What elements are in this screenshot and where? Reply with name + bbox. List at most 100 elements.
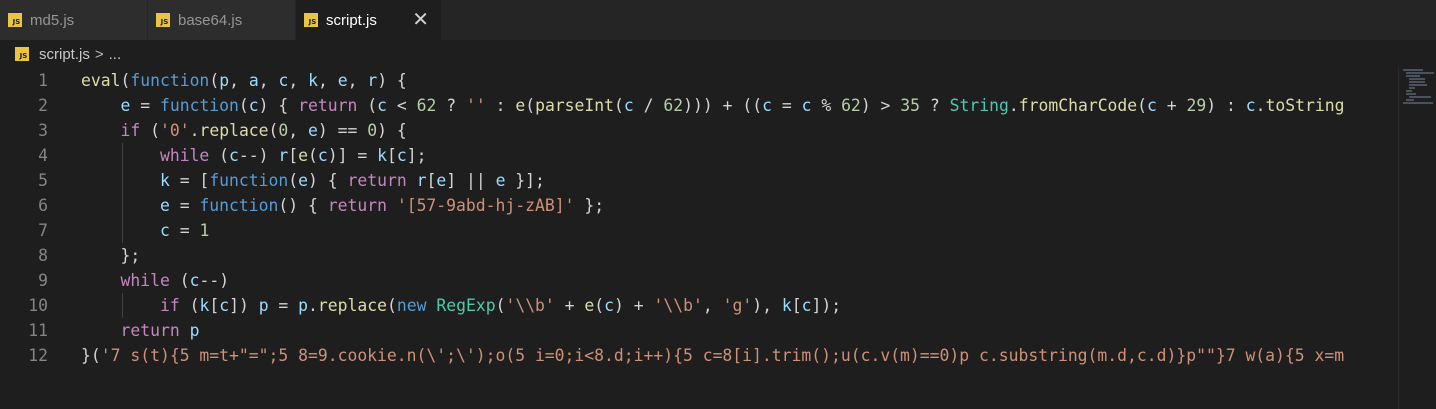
line-number: 4 <box>38 146 48 165</box>
code-token: 0 <box>367 121 378 140</box>
code-token: String <box>949 96 1009 115</box>
code-line[interactable]: 6 e = function() { return '[57-9abd-hj-z… <box>0 193 1398 218</box>
code-token: , <box>288 121 309 140</box>
code-token: --) <box>238 146 279 165</box>
code-token: k <box>308 71 318 90</box>
code-token: , <box>229 71 249 90</box>
code-token: c <box>604 296 615 315</box>
code-token: ( <box>387 296 397 315</box>
js-file-icon: JS <box>156 13 170 27</box>
code-token: '7 s(t){5 m=t+"=";5 8=9.cookie.n(\';\');… <box>100 346 1345 365</box>
code-line[interactable]: 8 }; <box>0 243 1398 268</box>
code-token: k <box>159 171 170 190</box>
code-token: ( <box>209 71 220 90</box>
code-token: ]); <box>811 296 842 315</box>
code-token: '\\b' <box>505 296 555 315</box>
code-token: function <box>209 171 289 190</box>
code-token: a <box>248 71 259 90</box>
code-token: c <box>278 71 289 90</box>
tab-script-js[interactable]: JS script.js ✕ <box>296 0 442 40</box>
line-number: 12 <box>28 346 48 365</box>
code-text: eval(function(p, a, c, k, e, r) { <box>81 68 407 93</box>
code-text: return p <box>81 318 199 343</box>
code-text: e = function(c) { return (c < 62 ? '' : … <box>81 93 1344 118</box>
code-token: ( <box>357 96 378 115</box>
code-token: ) == <box>317 121 368 140</box>
code-token: while <box>120 271 170 290</box>
line-number: 5 <box>38 171 48 190</box>
code-token: e <box>298 171 309 190</box>
code-token: k <box>781 296 792 315</box>
code-line[interactable]: 11 return p <box>0 318 1398 343</box>
code-line[interactable]: 9 while (c--) <box>0 268 1398 293</box>
minimap-line <box>1406 99 1414 101</box>
code-token: 62 <box>841 96 861 115</box>
code-token: '0' <box>159 121 190 140</box>
minimap[interactable] <box>1398 67 1436 409</box>
code-token: '' <box>465 96 486 115</box>
code-token: function <box>159 96 239 115</box>
close-icon[interactable]: ✕ <box>412 10 429 30</box>
code-token: = <box>771 96 802 115</box>
code-line[interactable]: 4 while (c--) r[e(c)] = k[c]; <box>0 143 1398 168</box>
code-token: c <box>317 146 328 165</box>
code-token: e <box>515 96 526 115</box>
code-token: r <box>278 146 289 165</box>
code-line[interactable]: 2 e = function(c) { return (c < 62 ? '' … <box>0 93 1398 118</box>
code-token: r <box>416 171 427 190</box>
code-line[interactable]: 1 eval(function(p, a, c, k, e, r) { <box>0 68 1398 93</box>
code-token: ( <box>495 296 506 315</box>
tab-base64-js[interactable]: JS base64.js <box>148 0 296 40</box>
tab-label: md5.js <box>30 11 75 29</box>
code-line[interactable]: 5 k = [function(e) { return r[e] || e }]… <box>0 168 1398 193</box>
code-token: = <box>169 196 200 215</box>
code-token: ( <box>140 121 160 140</box>
code-text: c = 1 <box>81 218 209 243</box>
code-token: p <box>219 71 230 90</box>
code-token: ( <box>525 96 536 115</box>
breadcrumb-file[interactable]: script.js <box>39 46 90 63</box>
code-line[interactable]: 3 if ('0'.replace(0, e) == 0) { <box>0 118 1398 143</box>
code-text: e = function() { return '[57-9abd-hj-zAB… <box>81 193 604 218</box>
code-token: ( <box>120 71 131 90</box>
code-token: p <box>258 296 269 315</box>
code-token: 62 <box>416 96 437 115</box>
code-token: 0 <box>278 121 289 140</box>
code-token: ] || <box>446 171 496 190</box>
code-token: c <box>623 96 634 115</box>
code-token: % <box>811 96 842 115</box>
breadcrumb: JS script.js > ... <box>0 40 1436 68</box>
code-token: c <box>801 296 812 315</box>
tab-md5-js[interactable]: JS md5.js <box>0 0 148 40</box>
code-token: e <box>120 96 131 115</box>
breadcrumb-more[interactable]: ... <box>109 46 122 63</box>
code-line[interactable]: 7 c = 1 <box>0 218 1398 243</box>
code-token: }]; <box>505 171 545 190</box>
code-token: , <box>317 71 338 90</box>
code-token: . <box>308 296 318 315</box>
code-line[interactable]: 12}('7 s(t){5 m=t+"=";5 8=9.cookie.n(\';… <box>0 343 1398 368</box>
code-token: ), <box>752 296 782 315</box>
code-token: ( <box>308 146 318 165</box>
code-token: k <box>377 146 387 165</box>
js-file-icon: JS <box>8 13 22 27</box>
code-line[interactable]: 10 if (k[c]) p = p.replace(new RegExp('\… <box>0 293 1398 318</box>
code-token: e <box>436 171 447 190</box>
code-token: 1 <box>199 221 210 240</box>
code-token: fromCharCode <box>1018 96 1138 115</box>
minimap-line <box>1406 72 1434 74</box>
minimap-line <box>1406 90 1412 92</box>
js-file-icon: JS <box>15 47 29 61</box>
minimap-line <box>1406 93 1416 95</box>
code-editor[interactable]: 1 eval(function(p, a, c, k, e, r) {2 e = … <box>0 67 1398 409</box>
code-token: ( <box>1137 96 1148 115</box>
code-token: [ <box>288 146 299 165</box>
code-token: c <box>396 146 407 165</box>
code-token: [ <box>426 171 437 190</box>
